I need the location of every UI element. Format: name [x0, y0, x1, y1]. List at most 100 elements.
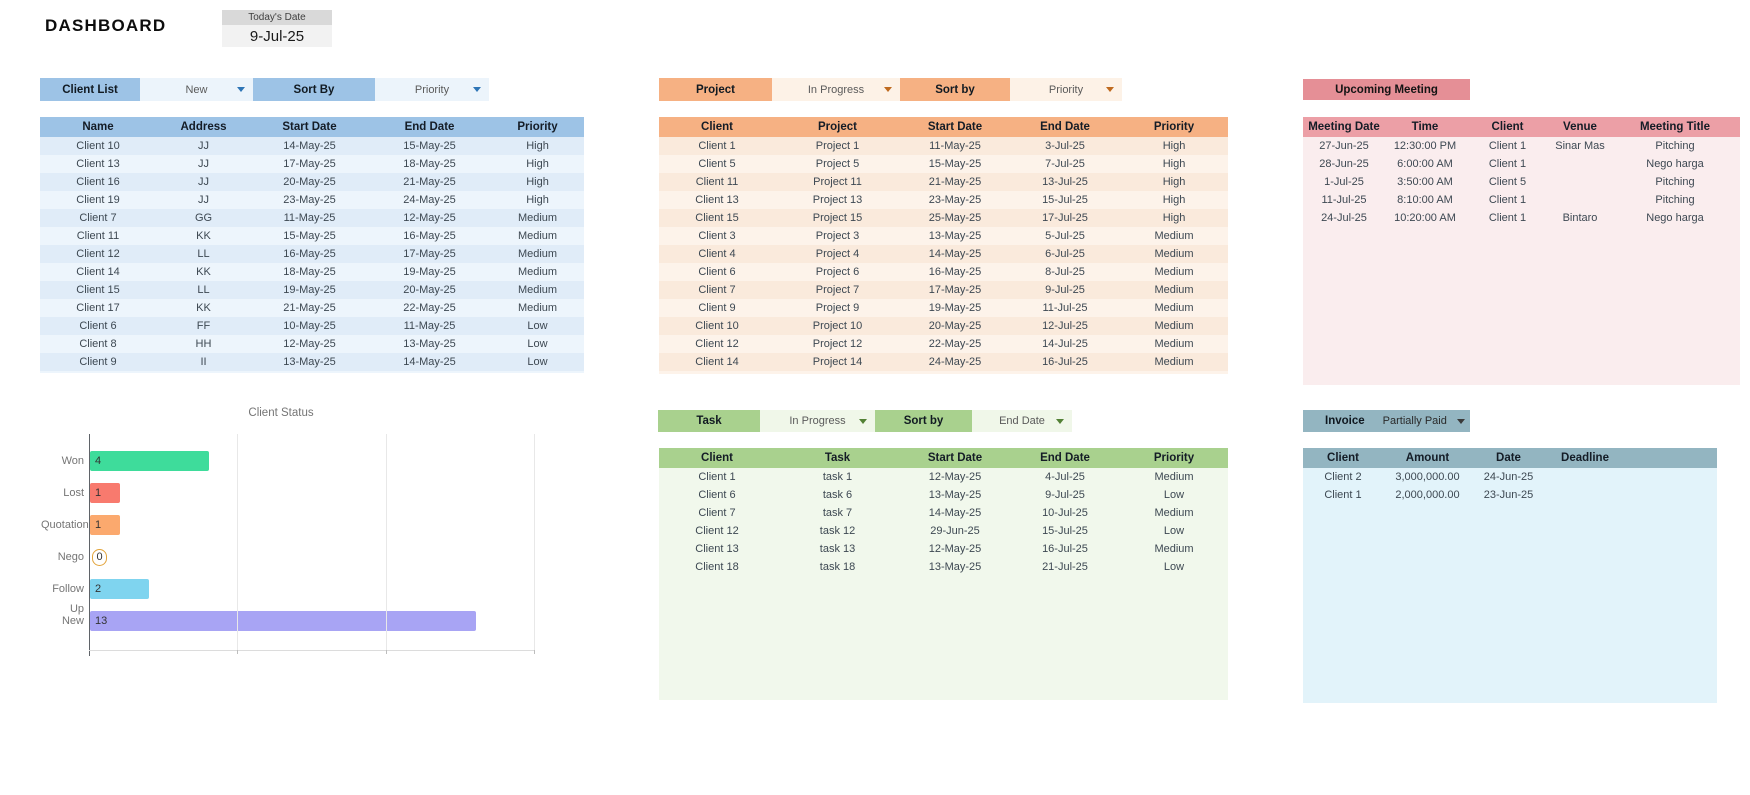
task-title: Task [658, 410, 760, 432]
invoice-filter-dropdown[interactable]: Partially Paid [1383, 415, 1465, 427]
chart-x-axis-line [89, 650, 534, 651]
chevron-down-icon [884, 87, 892, 92]
table-cell: 11-May-25 [403, 320, 456, 332]
table-cell: Low [1163, 489, 1185, 501]
table-cell: High [526, 194, 549, 206]
table-cell: 16-May-25 [403, 230, 456, 242]
table-cell: Medium [517, 302, 558, 314]
table-cell: Medium [517, 248, 558, 260]
task-filter-dropdown[interactable]: In Progress [760, 410, 875, 432]
table-cell: Medium [517, 284, 558, 296]
chart-value-label: 0 [92, 549, 108, 566]
table-row: Client 11 KK 15-May-25 16-May-25 Medium [40, 227, 584, 245]
chart-title: Client Status [248, 407, 314, 419]
table-cell: 14-May-25 [928, 248, 982, 260]
column-header: Priority [517, 121, 558, 133]
table-cell: KK [196, 266, 211, 278]
column-header: Start Date [927, 121, 983, 133]
client-list-table: Name Address Start Date End Date Priority Cl… [40, 117, 584, 371]
chevron-down-icon [1106, 87, 1114, 92]
table-cell: Project 9 [815, 302, 860, 314]
table-cell: Medium [1154, 356, 1194, 368]
chart-row: Nego 0 [41, 547, 569, 567]
client-list-title: Client List [40, 78, 140, 101]
table-cell: FF [196, 320, 211, 332]
table-cell: Nego harga [1646, 212, 1704, 224]
project-sort-label: Sort by [900, 78, 1010, 101]
table-cell: Project 12 [812, 338, 863, 350]
task-filter-value: In Progress [789, 415, 846, 427]
table-cell: Medium [1154, 338, 1194, 350]
table-cell: task 7 [822, 507, 853, 519]
table-cell: 16-Jul-25 [1042, 543, 1088, 555]
table-cell: 5-Jul-25 [1045, 230, 1085, 242]
table-row: 28-Jun-25 6:00:00 AM Client 1 Nego harga [1303, 155, 1740, 173]
table-cell: 15-May-25 [403, 140, 456, 152]
chart-plot-area: Won 4 Lost 1 Quotation 1 Nego 0 Follow Up 2 New 13 [41, 434, 569, 662]
chart-row: Lost 1 [41, 483, 569, 503]
table-row: Client 10 Project 10 20-May-25 12-Jul-25 Med… [659, 317, 1228, 335]
table-cell: Nego harga [1646, 158, 1704, 170]
table-cell: Client 6 [698, 266, 736, 278]
table-row: Client 14 Project 14 24-May-25 16-Jul-25 Med… [659, 353, 1228, 371]
client-sort-dropdown[interactable]: Priority [375, 78, 489, 101]
task-table: Client Task Start Date End Date Priority Cli… [659, 448, 1228, 576]
table-cell: Project 6 [815, 266, 860, 278]
table-cell: 17-Jul-25 [1042, 212, 1088, 224]
table-cell: Project 1 [815, 140, 860, 152]
table-cell: 4-Jul-25 [1045, 471, 1085, 483]
table-cell: Client 9 [79, 356, 117, 368]
table-cell: 12-May-25 [928, 543, 982, 555]
client-filter-dropdown[interactable]: New [140, 78, 253, 101]
table-cell: Project 14 [812, 356, 863, 368]
table-cell: task 12 [819, 525, 856, 537]
table-cell: 20-May-25 [283, 176, 336, 188]
table-cell: 13-May-25 [403, 338, 456, 350]
table-cell: 13-May-25 [283, 356, 336, 368]
chart-value-label: 2 [95, 583, 102, 595]
table-row: Client 15 LL 19-May-25 20-May-25 Medium [40, 281, 584, 299]
table-row: Client 14 KK 18-May-25 19-May-25 Medium [40, 263, 584, 281]
project-filter-dropdown[interactable]: In Progress [772, 78, 900, 101]
table-cell: 10:20:00 AM [1394, 212, 1456, 224]
table-cell [1625, 486, 1717, 504]
table-cell: 22-May-25 [403, 302, 456, 314]
table-cell: 20-May-25 [928, 320, 982, 332]
table-cell: 28-Jun-25 [1319, 158, 1369, 170]
table-cell: JJ [198, 176, 209, 188]
table-cell: Medium [1154, 320, 1194, 332]
table-cell: 9-Jul-25 [1045, 489, 1085, 501]
table-row: Client 8 HH 12-May-25 13-May-25 Low [40, 335, 584, 353]
chart-row: New 13 [41, 611, 569, 631]
table-cell: 11-Jul-25 [1042, 302, 1088, 314]
table-cell: 8:10:00 AM [1397, 194, 1453, 206]
project-sort-dropdown[interactable]: Priority [1010, 78, 1122, 101]
table-cell: Medium [1154, 266, 1194, 278]
table-cell: 15-Jul-25 [1042, 194, 1088, 206]
table-cell: 6:00:00 AM [1397, 158, 1453, 170]
chart-value-label: 1 [95, 487, 102, 499]
table-cell: Low [527, 338, 548, 350]
table-cell: Client 11 [76, 230, 120, 242]
column-header: Meeting Title [1639, 121, 1711, 133]
table-row: Client 13 task 13 12-May-25 16-Jul-25 Medium [659, 540, 1228, 558]
table-cell: Client 1 [1488, 158, 1527, 170]
table-cell: Medium [1154, 543, 1194, 555]
table-cell: Client 2 [1324, 471, 1362, 483]
todays-date-label: Today's Date [222, 10, 332, 25]
table-cell [1550, 173, 1610, 191]
table-cell: 13-May-25 [928, 230, 982, 242]
table-row: Client 6 Project 6 16-May-25 8-Jul-25 Medium [659, 263, 1228, 281]
chart-axis-tick [385, 650, 387, 654]
chart-gridline [534, 434, 535, 650]
column-header: Address [180, 121, 227, 133]
table-row: 1-Jul-25 3:50:00 AM Client 5 Pitching [1303, 173, 1740, 191]
table-cell: Medium [1154, 302, 1194, 314]
table-cell: High [526, 158, 549, 170]
table-cell: Client 8 [79, 338, 117, 350]
task-sort-dropdown[interactable]: End Date [972, 410, 1072, 432]
chart-category-label: Quotation [41, 519, 89, 531]
table-cell: GG [194, 212, 213, 224]
table-row: Client 13 JJ 17-May-25 18-May-25 High [40, 155, 584, 173]
chart-row: Quotation 1 [41, 515, 569, 535]
